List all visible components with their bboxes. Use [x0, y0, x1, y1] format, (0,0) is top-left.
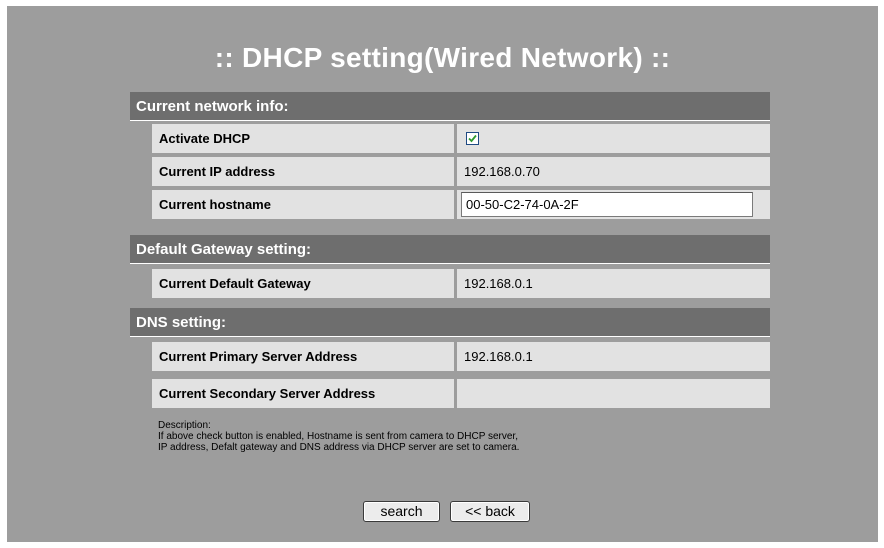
back-button[interactable]: << back [450, 501, 530, 522]
default-gateway-label: Current Default Gateway [152, 269, 454, 298]
description-line-2: IP address, Defalt gateway and DNS addre… [158, 442, 520, 453]
checkmark-icon [468, 134, 477, 143]
section-header-network-info: Current network info: [130, 92, 770, 121]
section-header-dns: DNS setting: [130, 308, 770, 337]
activate-dhcp-checkbox[interactable] [466, 132, 479, 145]
description-line-1: If above check button is enabled, Hostna… [158, 431, 518, 442]
default-gateway-value: 192.168.0.1 [457, 269, 770, 298]
row-current-hostname: Current hostname [152, 188, 770, 219]
description: Description: If above check button is en… [158, 420, 778, 453]
current-hostname-cell [457, 190, 770, 219]
primary-dns-value: 192.168.0.1 [457, 342, 770, 371]
search-button[interactable]: search [363, 501, 440, 522]
secondary-dns-value [457, 379, 770, 408]
page-title: :: DHCP setting(Wired Network) :: [214, 42, 671, 73]
dhcp-settings-panel: :: DHCP setting(Wired Network) :: Curren… [7, 6, 878, 542]
description-heading: Description: [158, 420, 211, 431]
secondary-dns-label: Current Secondary Server Address [152, 379, 454, 408]
primary-dns-label: Current Primary Server Address [152, 342, 454, 371]
row-secondary-dns: Current Secondary Server Address [152, 377, 770, 408]
row-default-gateway: Current Default Gateway 192.168.0.1 [152, 267, 770, 298]
activate-dhcp-label: Activate DHCP [152, 124, 454, 153]
row-primary-dns: Current Primary Server Address 192.168.0… [152, 340, 770, 371]
row-current-ip: Current IP address 192.168.0.70 [152, 155, 770, 186]
row-activate-dhcp: Activate DHCP [152, 122, 770, 153]
current-hostname-label: Current hostname [152, 190, 454, 219]
activate-dhcp-cell [457, 124, 770, 153]
hostname-input[interactable] [461, 192, 753, 217]
current-ip-value: 192.168.0.70 [457, 157, 770, 186]
current-ip-label: Current IP address [152, 157, 454, 186]
section-header-gateway: Default Gateway setting: [130, 235, 770, 264]
